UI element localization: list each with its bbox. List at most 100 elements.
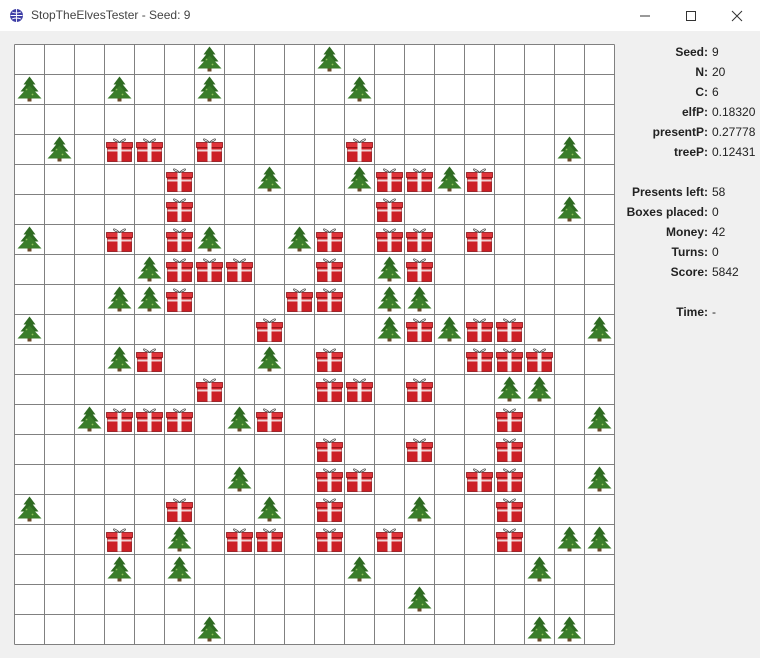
title-bar[interactable]: StopTheElvesTester - Seed: 9: [0, 0, 760, 31]
present-icon: [196, 138, 223, 162]
tree-icon: [497, 376, 522, 402]
present-icon: [166, 498, 193, 522]
tree-icon: [257, 496, 282, 522]
present-icon: [496, 498, 523, 522]
tree-icon: [527, 616, 552, 642]
board-grid[interactable]: [14, 44, 615, 645]
stat-value: 9: [712, 45, 719, 59]
tree-icon: [167, 556, 192, 582]
stat-elfp: elfP: 0.18320: [615, 104, 760, 122]
tree-icon: [407, 286, 432, 312]
minimize-button[interactable]: [622, 0, 668, 31]
globe-icon: [10, 9, 23, 22]
stat-presents-left: Presents left: 58: [615, 184, 760, 202]
tree-icon: [377, 256, 402, 282]
present-icon: [496, 408, 523, 432]
stat-label: elfP:: [681, 105, 708, 119]
tree-icon: [197, 226, 222, 252]
stat-label: presentP:: [652, 125, 708, 139]
present-icon: [166, 228, 193, 252]
present-icon: [106, 228, 133, 252]
present-icon: [316, 438, 343, 462]
present-icon: [316, 468, 343, 492]
tree-icon: [257, 166, 282, 192]
present-icon: [496, 438, 523, 462]
present-icon: [406, 438, 433, 462]
present-icon: [166, 168, 193, 192]
present-icon: [376, 228, 403, 252]
stat-score: Score: 5842: [615, 264, 760, 282]
tree-icon: [107, 76, 132, 102]
tree-icon: [137, 256, 162, 282]
stat-value: 58: [712, 185, 726, 199]
tree-icon: [557, 526, 582, 552]
stat-label: Boxes placed:: [626, 205, 708, 219]
present-icon: [346, 138, 373, 162]
present-icon: [256, 408, 283, 432]
stat-value: 0: [712, 245, 719, 259]
present-icon: [406, 378, 433, 402]
present-icon: [406, 168, 433, 192]
stat-money: Money: 42: [615, 224, 760, 242]
stat-label: N:: [695, 65, 708, 79]
stat-treep: treeP: 0.12431: [615, 144, 760, 162]
close-button[interactable]: [714, 0, 760, 31]
tree-icon: [287, 226, 312, 252]
present-icon: [136, 408, 163, 432]
tree-icon: [77, 406, 102, 432]
present-icon: [286, 288, 313, 312]
close-icon: [731, 10, 743, 22]
maximize-icon: [686, 11, 696, 21]
tree-icon: [557, 196, 582, 222]
stat-value: 6: [712, 85, 719, 99]
grid-lines: [14, 44, 615, 645]
present-icon: [466, 348, 493, 372]
stat-value: 42: [712, 225, 726, 239]
stat-label: Turns:: [671, 245, 708, 259]
present-icon: [316, 348, 343, 372]
stat-value: 0.12431: [712, 145, 756, 159]
present-icon: [196, 258, 223, 282]
present-icon: [106, 528, 133, 552]
stat-value: 20: [712, 65, 726, 79]
minimize-icon: [640, 15, 650, 17]
tree-icon: [437, 316, 462, 342]
tree-icon: [197, 616, 222, 642]
tree-icon: [17, 226, 42, 252]
tree-icon: [587, 316, 612, 342]
tree-icon: [377, 316, 402, 342]
tree-icon: [527, 376, 552, 402]
stats-panel: Seed: 9 N: 20 C: 6 elfP: 0.18320 present…: [615, 44, 760, 344]
stat-time: Time: -: [615, 304, 760, 322]
stat-n: N: 20: [615, 64, 760, 82]
tree-icon: [557, 136, 582, 162]
present-icon: [376, 198, 403, 222]
stat-label: Money:: [666, 225, 708, 239]
present-icon: [376, 168, 403, 192]
stat-label: Seed:: [675, 45, 708, 59]
present-icon: [316, 378, 343, 402]
present-icon: [376, 528, 403, 552]
window-title: StopTheElvesTester - Seed: 9: [31, 8, 191, 22]
stat-seed: Seed: 9: [615, 44, 760, 62]
present-icon: [466, 228, 493, 252]
present-icon: [106, 408, 133, 432]
stat-value: 0.18320: [712, 105, 756, 119]
tree-icon: [587, 466, 612, 492]
present-icon: [466, 468, 493, 492]
tree-icon: [17, 496, 42, 522]
present-icon: [316, 498, 343, 522]
tree-icon: [557, 616, 582, 642]
present-icon: [316, 288, 343, 312]
present-icon: [406, 318, 433, 342]
present-icon: [496, 348, 523, 372]
maximize-button[interactable]: [668, 0, 714, 31]
tree-icon: [107, 286, 132, 312]
stat-value: 5842: [712, 265, 739, 279]
present-icon: [166, 258, 193, 282]
game-board[interactable]: [14, 44, 615, 645]
tree-icon: [527, 556, 552, 582]
present-icon: [226, 528, 253, 552]
stat-label: Presents left:: [631, 185, 708, 199]
tree-icon: [197, 76, 222, 102]
